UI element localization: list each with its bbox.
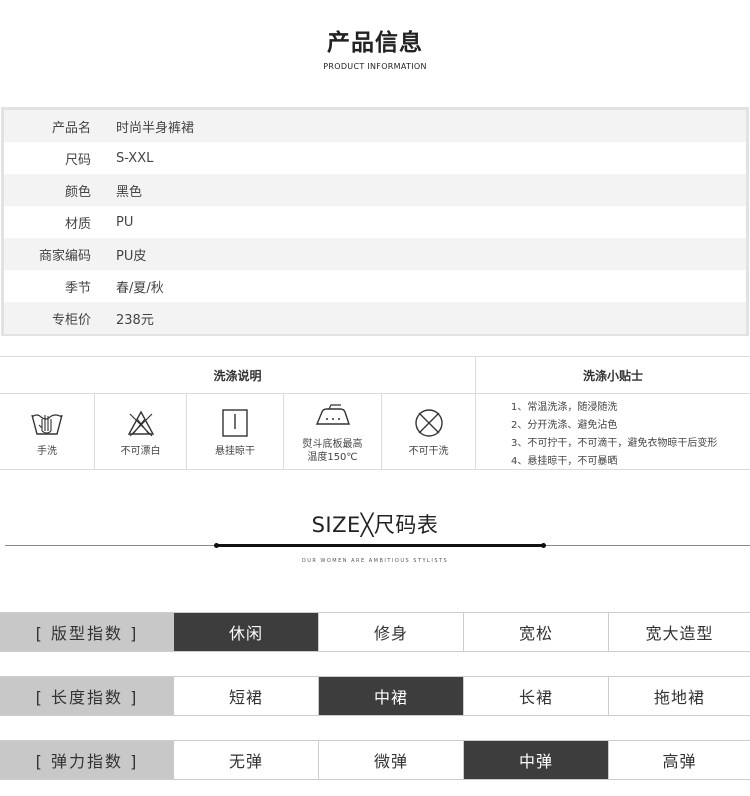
iron-label-line1: 熨斗底板最高 <box>302 439 363 450</box>
table-row: 尺码 S-XXL <box>4 142 746 174</box>
index-option: 无弹 <box>174 741 319 779</box>
hang-dry-icon <box>222 408 248 437</box>
iron-icon <box>315 404 350 425</box>
row-value: 春/夏/秋 <box>116 280 164 296</box>
row-value: 时尚半身裤裙 <box>116 120 195 136</box>
index-option: 宽松 <box>464 613 609 651</box>
divider-dot <box>214 543 219 548</box>
row-key: 商家编码 <box>38 248 91 264</box>
table-row: 颜色 黑色 <box>4 174 746 206</box>
elasticity-index-row: [ 弹力指数 ] 无弹 微弹 中弹 高弹 <box>0 740 750 780</box>
wash-icon-cell: 不可漂白 <box>95 394 187 470</box>
no-bleach-icon <box>127 410 154 436</box>
wash-icon-label: 不可干洗 <box>408 445 449 457</box>
index-option-selected: 休闲 <box>174 613 319 651</box>
wash-icon-cell: 手洗 <box>0 394 95 470</box>
product-info-table: 产品名 时尚半身裤裙 尺码 S-XXL 颜色 黑色 材质 PU 商家编码 PU皮… <box>1 107 749 336</box>
index-option: 短裙 <box>174 677 319 715</box>
index-label: [ 版型指数 ] <box>0 613 174 651</box>
row-key: 专柜价 <box>51 312 91 328</box>
index-option: 宽大造型 <box>645 624 714 643</box>
row-value: S-XXL <box>116 150 154 166</box>
table-row: 专柜价 238元 <box>4 302 746 334</box>
index-option: 微弹 <box>319 741 464 779</box>
divider-dot <box>541 543 546 548</box>
wash-section: 洗涤说明 洗涤小贴士 手洗 不可漂白 悬挂晾干 熨斗底板最高 温度150℃ 不可… <box>0 356 750 470</box>
wash-icon-label: 不可漂白 <box>120 445 161 457</box>
wash-tip: 4、悬挂晾干，不可暴晒 <box>511 456 618 467</box>
wash-tips-list: 1、常温洗涤，随浸随洗 2、分开洗涤、避免沾色 3、不可拧干，不可滴干，避免衣物… <box>476 394 750 470</box>
wash-tip: 1、常温洗涤，随浸随洗 <box>511 402 618 413</box>
page-title: 产品信息 <box>327 30 423 56</box>
row-key: 颜色 <box>64 184 91 200</box>
index-option: 修身 <box>319 613 464 651</box>
index-option-selected: 中裙 <box>319 677 464 715</box>
wash-icon-cell: 熨斗底板最高 温度150℃ <box>284 394 382 470</box>
size-divider-accent <box>216 544 545 547</box>
wash-tip: 3、不可拧干，不可滴干，避免衣物晾干后变形 <box>511 438 718 449</box>
wash-tips-heading: 洗涤小贴士 <box>582 368 643 383</box>
table-row: 产品名 时尚半身裤裙 <box>4 110 746 142</box>
size-chart-title: SIZE╳尺码表 <box>311 513 439 537</box>
row-value: PU皮 <box>116 248 147 264</box>
row-value: 黑色 <box>116 184 143 200</box>
row-value: PU <box>116 214 134 230</box>
row-key: 尺码 <box>64 152 91 168</box>
index-option: 高弹 <box>662 752 697 771</box>
no-dry-clean-icon <box>414 408 443 437</box>
index-label: [ 长度指数 ] <box>0 677 174 715</box>
index-option: 拖地裙 <box>653 688 705 707</box>
wash-tip: 2、分开洗涤、避免沾色 <box>511 420 618 431</box>
table-row: 季节 春/夏/秋 <box>4 270 746 302</box>
section-header: 产品信息 PRODUCT INFORMATION <box>0 28 750 71</box>
length-index-row: [ 长度指数 ] 短裙 中裙 长裙 拖地裙 <box>0 676 750 716</box>
wash-icon-label: 悬挂晾干 <box>215 445 255 457</box>
index-label: [ 弹力指数 ] <box>0 741 174 779</box>
wash-instructions-heading: 洗涤说明 <box>0 357 476 393</box>
index-option-selected: 中弹 <box>464 741 609 779</box>
wash-icon-cell: 悬挂晾干 <box>187 394 284 470</box>
row-key: 材质 <box>64 216 91 232</box>
wash-header: 洗涤说明 洗涤小贴士 <box>0 357 750 394</box>
row-value: 238元 <box>116 312 154 328</box>
wash-icon-label: 手洗 <box>37 445 57 457</box>
fit-index-row: [ 版型指数 ] 休闲 修身 宽松 宽大造型 <box>0 612 750 652</box>
hand-wash-icon <box>31 413 63 435</box>
row-key: 产品名 <box>51 120 91 136</box>
table-row: 商家编码 PU皮 <box>4 238 746 270</box>
iron-label-line2: 温度150℃ <box>307 452 358 463</box>
size-chart-subtitle: OUR WOMEN ARE AMBITIOUS STYLISTS <box>301 558 449 564</box>
wash-icon-label: 熨斗底板最高 温度150℃ <box>303 438 363 464</box>
page-subtitle: PRODUCT INFORMATION <box>323 62 427 71</box>
table-row: 材质 PU <box>4 206 746 238</box>
wash-body: 手洗 不可漂白 悬挂晾干 熨斗底板最高 温度150℃ 不可干洗 1、常温洗涤，随… <box>0 394 750 470</box>
row-key: 季节 <box>64 280 91 296</box>
wash-icon-cell: 不可干洗 <box>382 394 476 470</box>
index-option: 长裙 <box>464 677 609 715</box>
